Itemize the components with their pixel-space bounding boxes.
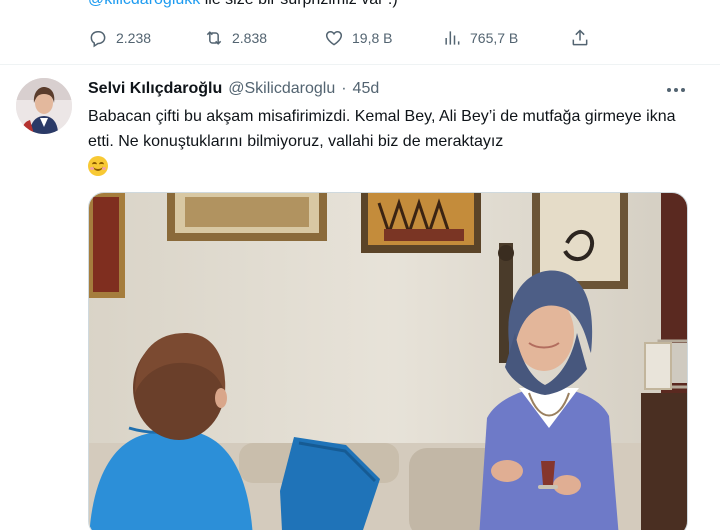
avatar-photo bbox=[16, 78, 72, 134]
views-count: 765,7 B bbox=[470, 30, 519, 46]
like-count: 19,8 B bbox=[352, 30, 393, 46]
meta-separator: · bbox=[341, 80, 347, 97]
retweet-icon bbox=[206, 31, 222, 45]
retweet-count: 2.838 bbox=[232, 30, 268, 46]
mention-link[interactable]: @kilicdaroglukk bbox=[88, 0, 200, 8]
retweet-button[interactable]: 2.838 bbox=[204, 26, 267, 50]
more-dot bbox=[667, 88, 671, 92]
living-room-photo bbox=[89, 193, 687, 530]
reply-button[interactable]: 2.238 bbox=[88, 26, 151, 50]
tweet-divider bbox=[0, 64, 720, 65]
avatar[interactable] bbox=[16, 78, 72, 134]
share-icon bbox=[572, 29, 588, 46]
tweet-timestamp[interactable]: 45d bbox=[353, 80, 380, 98]
tweet-body: Babacan çifti bu akşam misafirimizdi. Ke… bbox=[88, 104, 688, 180]
more-options-icon[interactable] bbox=[664, 80, 688, 100]
reply-count: 2.238 bbox=[116, 30, 152, 46]
more-dot bbox=[674, 88, 678, 92]
views-button[interactable]: 765,7 B bbox=[442, 26, 518, 50]
share-button[interactable] bbox=[570, 26, 590, 50]
author-name[interactable]: Selvi Kılıçdaroğlu bbox=[88, 80, 222, 98]
like-button[interactable]: 19,8 B bbox=[324, 26, 392, 50]
more-dot bbox=[681, 88, 685, 92]
views-icon bbox=[445, 31, 460, 45]
smiling-face-emoji-icon bbox=[88, 156, 108, 176]
previous-tweet-text: @kilicdaroglukk ile size bir sürprizimiz… bbox=[88, 0, 398, 9]
heart-icon bbox=[325, 30, 343, 46]
author-handle[interactable]: @Skilicdaroglu bbox=[228, 80, 335, 98]
tweet-media-photo[interactable] bbox=[88, 192, 688, 530]
tweet-text: Babacan çifti bu akşam misafirimizdi. Ke… bbox=[88, 108, 676, 150]
tweet-header: Selvi Kılıçdaroğlu @Skilicdaroglu · 45d bbox=[88, 80, 379, 98]
reply-icon bbox=[90, 31, 106, 48]
tweet-actions-bar: 2.238 2.838 19,8 B 765,7 B bbox=[88, 26, 608, 50]
previous-tweet-text-rest: ile size bir sürprizimiz var :) bbox=[200, 0, 398, 8]
